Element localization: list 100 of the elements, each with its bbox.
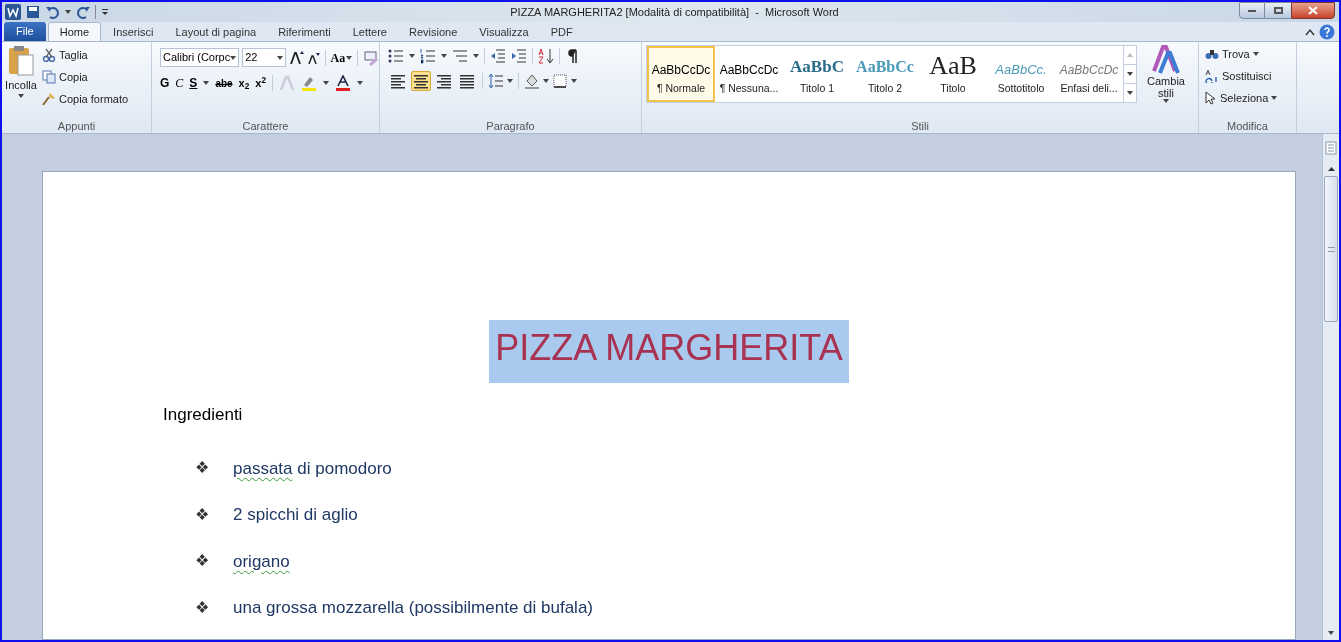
close-button[interactable] [1291,2,1335,19]
bullet-icon: ❖ [195,549,209,574]
caret-icon [357,81,364,85]
minimize-button[interactable] [1239,2,1265,19]
bullet-list-icon[interactable] [388,48,404,64]
caret-icon [203,81,210,85]
caret-icon [571,79,577,83]
style-item[interactable]: AaBbCc Titolo 2 [851,46,919,102]
caret-icon [1127,91,1133,95]
caret-icon [230,55,237,60]
font-color-icon[interactable] [335,75,352,91]
group-label: Appunti [57,120,96,132]
multilevel-list-icon[interactable] [452,48,468,64]
font-size-field[interactable]: 22 [242,48,286,67]
group-label: Stili [911,120,929,132]
ribbon-tab[interactable]: Riferimenti [268,23,341,41]
help-icon[interactable] [1319,24,1335,40]
clipboard-icon [8,45,34,77]
ribbon-tab[interactable]: Layout di pagina [165,23,267,41]
ribbon-tab[interactable]: Revisione [399,23,468,41]
letter-a-styles-icon [1152,45,1180,75]
font-family-field[interactable]: Calibri (Corpc [160,48,240,67]
list-item: una grossa mozzarella (possibilmente di bufala) [233,597,593,620]
italic-button[interactable]: C [175,74,184,92]
caret-icon [507,79,513,83]
binoculars-icon [1205,48,1219,60]
clipboard-action[interactable]: Copia formato [42,90,129,108]
sort-icon[interactable] [538,48,554,64]
editing-action[interactable]: Trova [1205,45,1296,63]
change-case-button[interactable]: Aa [330,48,353,67]
scroll-down-button[interactable] [1124,64,1136,84]
caret-icon [473,54,479,58]
ruler-toggle-icon[interactable] [1323,140,1339,156]
caret-icon [1328,631,1334,635]
bullet-icon: ❖ [195,595,209,620]
paint-bucket-icon[interactable] [524,73,540,89]
editing-action[interactable]: Seleziona [1205,89,1296,107]
word-logo-icon[interactable] [5,4,21,20]
underline-button[interactable]: S [189,74,198,92]
save-icon[interactable] [25,4,41,20]
ribbon-tab[interactable]: Lettere [342,23,397,41]
style-item[interactable]: AaBbCc. Sottotitolo [987,46,1055,102]
ribbon-tab[interactable]: Home [47,22,102,41]
redo-icon[interactable] [75,4,91,20]
list-item: 2 spicchi di aglio [233,504,358,527]
list-item: origano [233,550,290,573]
copy-icon [42,70,56,84]
strikethrough-button[interactable]: abe [215,75,233,91]
paste-button[interactable]: Incolla [4,45,38,119]
editing-action[interactable]: Sostituisci [1205,67,1296,85]
style-item[interactable]: AaBbCcDc ¶ Nessuna... [715,46,783,102]
caret-icon [346,55,353,60]
scrollbar-thumb[interactable] [1324,176,1338,322]
subscript-button[interactable]: x$_{2}$ [238,74,250,92]
caret-icon [1252,52,1259,56]
caret-icon [543,79,549,83]
ribbon-tab[interactable]: PDF [540,23,583,41]
style-item[interactable]: AaBbCcDc ¶ Normale [647,46,715,102]
line-spacing-icon[interactable] [488,73,504,89]
caret-icon [323,81,330,85]
caret-icon [65,10,71,14]
bullet-icon: ❖ [195,456,209,481]
style-item[interactable]: AaB Titolo [919,46,987,102]
group-label: Carattere [242,120,289,132]
caret-icon [441,54,447,58]
highlighter-icon[interactable] [301,75,318,91]
grow-font-icon[interactable] [288,49,305,66]
cursor-icon [1205,91,1217,105]
up-arrow-icon [1327,167,1335,171]
document-title[interactable]: PIZZA MARGHERITA [489,320,849,384]
caret-icon [409,54,415,58]
superscript-button[interactable]: x$^{2}$ [255,74,267,92]
clipboard-action[interactable]: Taglia [42,46,129,64]
ingredients-heading: Ingredienti [163,404,244,427]
style-item[interactable]: AaBbC Titolo 1 [783,46,851,102]
align-button[interactable] [411,71,431,91]
list-item: passata di pomodoro [233,457,392,480]
border-icon[interactable] [552,73,568,89]
bullet-icon: ❖ [195,502,209,527]
collapse-ribbon-icon[interactable] [1305,28,1315,36]
bold-button[interactable]: G [160,74,170,92]
ribbon-tab[interactable]: Inserisci [103,23,164,41]
paintbrush-icon [42,92,56,106]
undo-icon[interactable] [45,4,61,20]
increase-indent-icon[interactable] [511,48,527,64]
file-tab[interactable]: File [4,22,46,41]
replace-icon [1205,69,1219,83]
clipboard-action[interactable]: Copia [42,68,129,86]
numbered-list-icon[interactable] [420,48,436,64]
caret-icon [276,55,283,60]
decrease-indent-icon[interactable] [490,48,506,64]
group-label: Modifica [1227,120,1268,132]
change-styles-button[interactable]: Cambia stili [1145,45,1187,103]
up-arrow-icon [1127,53,1133,57]
caret-icon [18,93,24,98]
maximize-button[interactable] [1265,2,1291,19]
style-item[interactable]: AaBbCcDc Enfasi deli... [1055,46,1123,102]
caret-icon [1127,72,1133,76]
ribbon-tab[interactable]: Visualizza [469,23,539,41]
scissors-icon [42,48,56,62]
